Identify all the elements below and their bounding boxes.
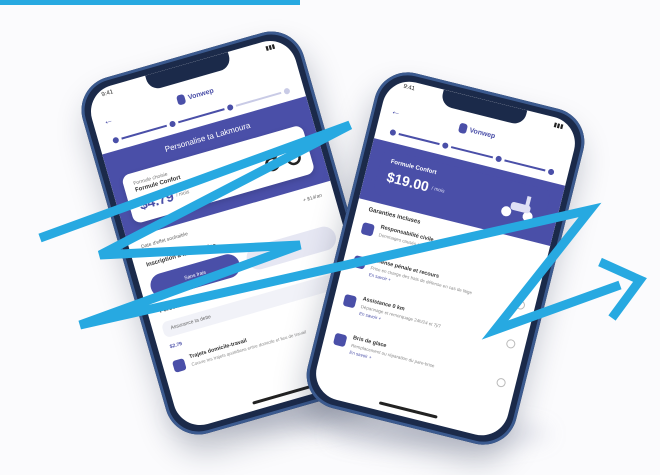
blue-ribbon-graphic [38,120,647,340]
hero-illustration: 9:41 ▮▮▮ ← Vonwep Personalise ta Lakmour… [0,0,660,475]
ribbon-path [38,120,622,340]
